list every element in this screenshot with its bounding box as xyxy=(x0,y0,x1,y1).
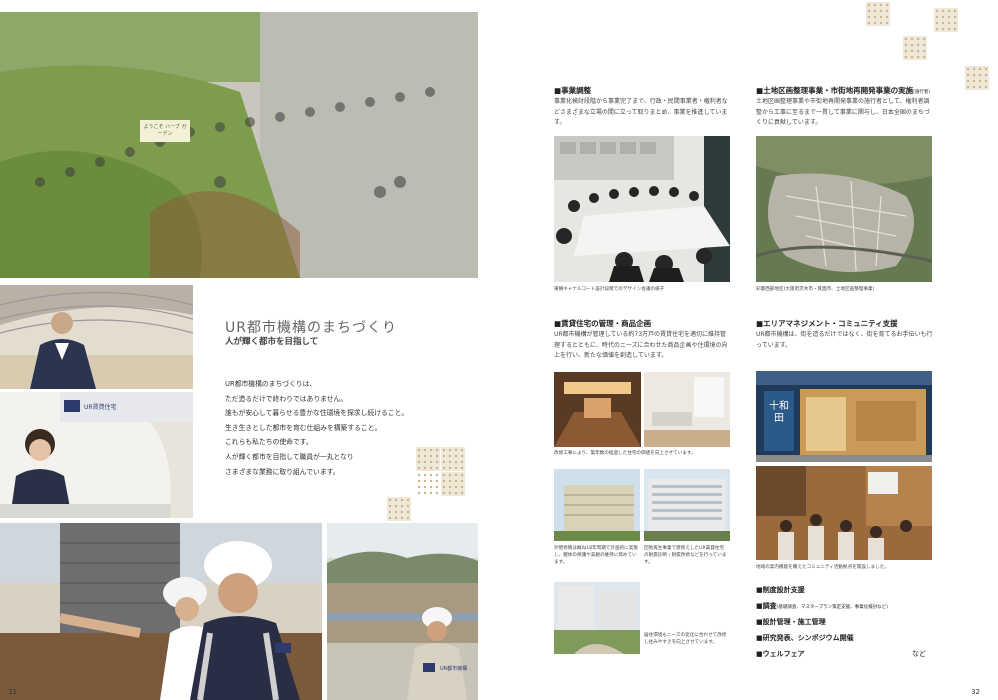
decorative-pattern xyxy=(416,447,440,471)
page-number-right: 32 xyxy=(971,688,980,696)
section-title-coordination: ■事業調整 xyxy=(554,86,592,95)
caption-aerial: 彩都西部地区(大阪府茨木市・箕面市、土地区画整理事業) xyxy=(756,287,875,292)
caption-needs: 居住環境もニーズの変化に合わせて改修し住みやすさを向上させています。 xyxy=(644,633,727,645)
page-subtitle: 人が輝く都市を目指して xyxy=(225,337,319,347)
section-body-rental-housing: UR都市機構が管理している約73万戸の賃貸住宅を適切に維持管理するとともに、時代… xyxy=(554,331,728,359)
intro-line: UR都市機構のまちづくりは、 xyxy=(225,380,317,388)
intro-line: ただ造るだけで終わりではありません。 xyxy=(225,394,348,403)
list-item-welfare: ■ウェルフェア xyxy=(756,649,805,659)
caption-community: 地域の案内機能を備えたコミュニティ活動拠点を開設しました。 xyxy=(756,565,889,570)
apartment-repair-photo xyxy=(554,469,640,541)
decorative-pattern xyxy=(965,66,989,90)
caption-maintenance: 外壁修繕は概ね18年周期で計画的に実施し、躯体の保護や美観の維持に努めています。 xyxy=(554,546,638,565)
ur-rental-counter-sign: UR賃貸住宅 xyxy=(84,404,117,411)
list-item-label: ■ウェルフェア xyxy=(756,650,805,658)
caption-interior: 改修工事により、築年数の経過した住宅の価値を向上させています。 xyxy=(554,451,696,456)
community-event-photo xyxy=(756,466,932,560)
list-item-label: ■調査 xyxy=(756,602,777,610)
decorative-pattern xyxy=(934,8,958,32)
shop-sign-text: 十和田 xyxy=(769,401,789,424)
apartment-complex-photo xyxy=(644,469,730,541)
staff-photo-woman: UR賃貸住宅 xyxy=(0,392,193,518)
community-storefront-photo: 十和田 xyxy=(756,371,932,462)
aerial-photo xyxy=(756,136,932,282)
list-item-design-management: ■設計管理・施工管理 xyxy=(756,617,826,627)
renovated-living-photo xyxy=(644,372,730,447)
staff-photo-man xyxy=(0,285,193,389)
section-title-rental-housing: ■賃貸住宅の管理・商品企画 xyxy=(554,319,652,328)
section-title-text: ■土地区画整理事業・市街地再開発事業の実施 xyxy=(756,86,914,95)
page-title: UR都市機構のまちづくり xyxy=(225,320,397,336)
decorative-pattern xyxy=(387,497,411,521)
list-item-label: ■制度設計支援 xyxy=(756,586,805,594)
list-item-symposium: ■研究発表、シンポジウム開催 xyxy=(756,633,854,643)
decorative-pattern xyxy=(903,36,927,60)
design-meeting-photo xyxy=(554,136,730,282)
helmet-logo-text: UR都市機構 xyxy=(440,666,468,672)
section-title-note: (施行者) xyxy=(913,90,931,95)
section-body-coordination: 事業化検討段階から事業完了まで、行政・民間事業者・権利者などさまざまな立場の間に… xyxy=(554,98,728,126)
caption-renewal: 団地再生事業で建替えしたUR賃貸住宅の耐震診断・耐震改修などを行っています。 xyxy=(644,546,727,565)
list-item-note: (基礎調査、マスタープラン策定支援、事業化検討など) xyxy=(776,605,888,610)
renovated-room-photo xyxy=(554,372,641,447)
page-number-left: 31 xyxy=(8,688,17,696)
list-item-survey: ■調査(基礎調査、マスタープラン策定支援、事業化検討など) xyxy=(756,601,888,611)
decorative-pattern xyxy=(866,2,890,26)
intro-line: 誰もが安心して暮らせる豊かな住環境を探求し続けること。 xyxy=(225,409,409,418)
list-item-label: ■設計管理・施工管理 xyxy=(756,618,826,626)
reconstruction-landscape-photo: UR都市機構 xyxy=(327,523,478,700)
section-body-area-management: UR都市機構は、街を造るだけではなく、街を育てるお手伝いも行っています。 xyxy=(756,331,933,349)
list-item-system-design: ■制度設計支援 xyxy=(756,585,805,595)
caption-meeting: 東横キャナルコート設計段階でのデザイン会議の様子 xyxy=(554,287,665,292)
list-suffix: など xyxy=(912,650,926,658)
garden-group-photo: ようこそ ハーブ ガーデン xyxy=(0,12,478,278)
section-title-land-readjustment: ■土地区画整理事業・市街地再開発事業の実施(施行者) xyxy=(756,85,930,96)
section-title-area-management: ■エリアマネジメント・コミュニティ支援 xyxy=(756,319,898,328)
decorative-pattern xyxy=(441,472,465,496)
garden-welcome-sign: ようこそ ハーブ ガーデン xyxy=(143,124,187,137)
decorative-pattern xyxy=(416,472,440,496)
section-body-land-readjustment: 土地区画整理事業や市街地再開発事業の施行者として、権利者調整から工事に至るまで一… xyxy=(756,98,930,126)
housing-environment-photo xyxy=(554,582,640,654)
intro-line: 生き生きとした都市を育む仕組みを構築すること。 xyxy=(225,423,382,432)
construction-site-photo xyxy=(0,523,322,700)
decorative-pattern xyxy=(441,447,465,471)
list-item-label: ■研究発表、シンポジウム開催 xyxy=(756,634,854,642)
